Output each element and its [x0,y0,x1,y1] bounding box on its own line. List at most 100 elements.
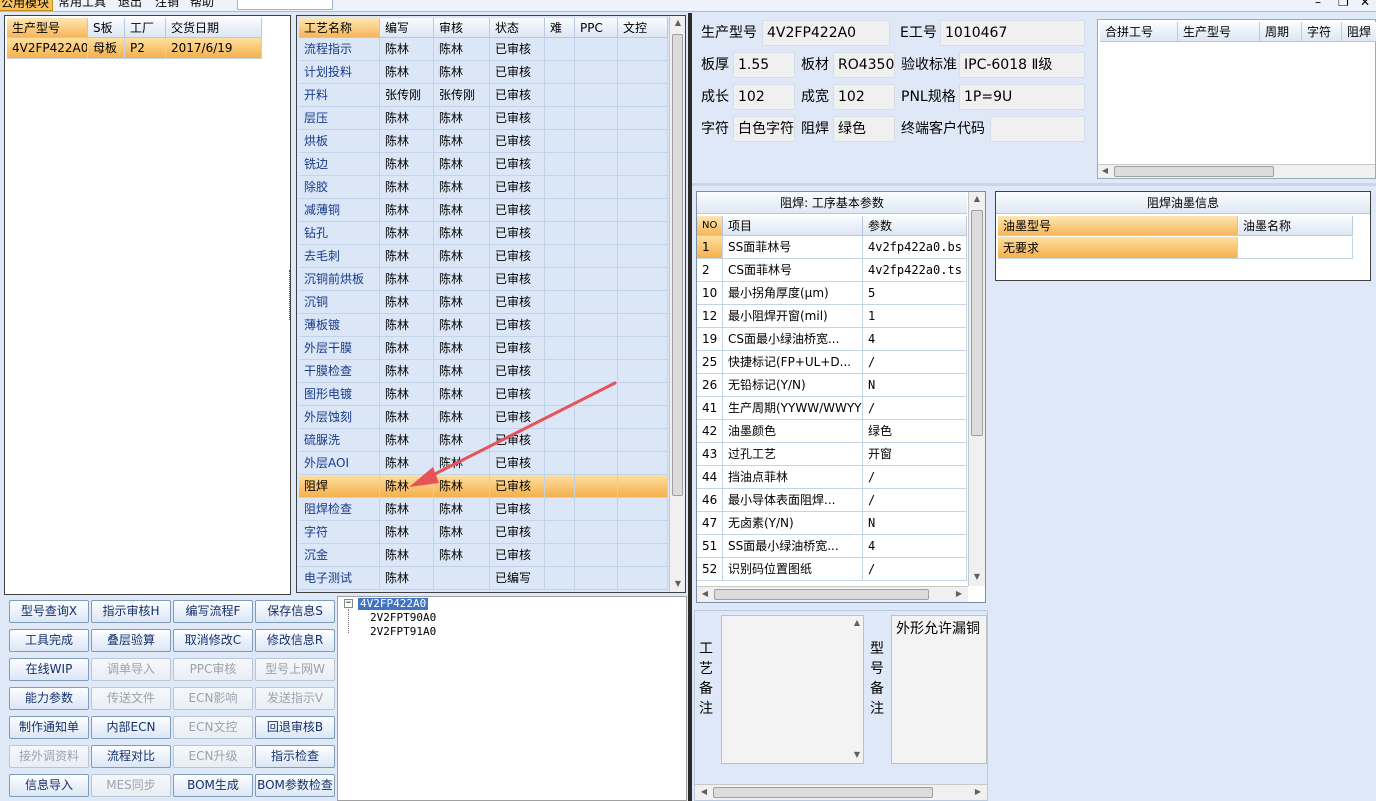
params-cell[interactable]: 挡油点菲林 [723,466,863,489]
process-cell[interactable]: 已审核 [490,153,545,176]
params-cell[interactable]: 开窗 [863,443,967,466]
process-cell[interactable] [575,61,618,84]
menu-logout[interactable]: 注销 [155,0,179,9]
params-cell[interactable]: 44 [697,466,723,489]
scroll-thumb[interactable] [672,34,683,496]
process-cell[interactable] [575,199,618,222]
process-cell[interactable]: 已审核 [490,521,545,544]
process-cell[interactable]: 已审核 [490,544,545,567]
process-name-cell[interactable]: 阻焊 [299,475,380,498]
menu-help[interactable]: 帮助 [190,0,214,9]
params-cell[interactable]: 绿色 [863,420,967,443]
ink-row-model[interactable]: 无要求 [998,237,1238,259]
action-button[interactable]: 编写流程F [173,600,253,623]
scroll-up-arrow-icon[interactable]: ▲ [671,18,685,27]
process-cell[interactable] [545,291,575,314]
process-cell[interactable] [618,406,668,429]
process-cell[interactable]: 已审核 [490,130,545,153]
action-button[interactable]: 型号查询X [9,600,89,623]
process-cell[interactable] [618,153,668,176]
process-cell[interactable]: 陈林 [434,268,490,291]
process-cell[interactable] [575,291,618,314]
process-cell[interactable]: 已审核 [490,291,545,314]
process-cell[interactable] [618,544,668,567]
process-cell[interactable]: 陈林 [380,38,434,61]
params-cell[interactable]: 生产周期(YYWW/WWYY) [723,397,863,420]
process-cell[interactable]: 陈林 [380,245,434,268]
pnl-spec-field[interactable]: 1P=9U [959,84,1085,110]
process-header-col-5[interactable]: PPC [575,18,618,38]
params-cell[interactable]: / [863,558,967,581]
process-cell[interactable]: 陈林 [380,291,434,314]
model-row-factory[interactable]: P2 [125,38,166,59]
action-button[interactable]: 工具完成 [9,629,89,652]
process-name-cell[interactable]: 计划投料 [299,61,380,84]
process-cell[interactable] [545,498,575,521]
params-cell[interactable]: 2 [697,259,723,282]
process-cell[interactable] [575,153,618,176]
process-cell[interactable] [618,429,668,452]
process-cell[interactable]: 已审核 [490,84,545,107]
process-cell[interactable]: 已审核 [490,38,545,61]
process-name-cell[interactable]: 沉金 [299,544,380,567]
process-cell[interactable]: 陈林 [380,130,434,153]
action-button[interactable]: MES同步 [91,774,171,797]
menu-combo-box[interactable] [237,0,333,10]
char-field[interactable]: 白色字符 [733,116,795,142]
params-cell[interactable]: 无卤素(Y/N) [723,512,863,535]
menu-exit[interactable]: 退出 [118,0,142,9]
action-button[interactable]: 制作通知单 [9,716,89,739]
process-cell[interactable] [545,567,575,590]
process-cell[interactable]: 陈林 [380,544,434,567]
process-cell[interactable] [545,199,575,222]
process-cell[interactable]: 已审核 [490,337,545,360]
length-field[interactable]: 102 [733,84,795,110]
process-cell[interactable]: 陈林 [380,567,434,590]
process-cell[interactable] [545,222,575,245]
process-cell[interactable] [575,107,618,130]
params-cell[interactable]: / [863,466,967,489]
process-cell[interactable]: 陈林 [434,291,490,314]
process-cell[interactable]: 已审核 [490,176,545,199]
model-row-s-board[interactable]: 母板 [88,38,125,59]
process-cell[interactable]: 陈林 [380,199,434,222]
model-row-delivery-date[interactable]: 2017/6/19 [166,38,262,59]
model-row-model[interactable]: 4V2FP422A0 [7,38,88,59]
process-cell[interactable] [575,337,618,360]
params-cell[interactable]: 47 [697,512,723,535]
process-header-col-4[interactable]: 难 [545,18,575,38]
process-cell[interactable] [545,176,575,199]
scroll-left-arrow-icon[interactable]: ◀ [698,589,712,598]
process-cell[interactable] [575,130,618,153]
process-cell[interactable]: 已审核 [490,245,545,268]
action-button[interactable]: 型号上网W [255,658,335,681]
process-cell[interactable]: 陈林 [380,222,434,245]
process-cell[interactable] [575,498,618,521]
scroll-left-arrow-icon[interactable]: ◀ [697,787,711,796]
close-icon[interactable]: ✕ [1360,0,1370,8]
process-cell[interactable] [618,383,668,406]
params-cell[interactable]: 43 [697,443,723,466]
action-button[interactable]: 内部ECN [91,716,171,739]
params-cell[interactable]: 最小阻焊开窗(mil) [723,305,863,328]
process-cell[interactable]: 已审核 [490,314,545,337]
params-cell[interactable]: 19 [697,328,723,351]
process-name-cell[interactable]: 电子测试 [299,567,380,590]
params-cell[interactable]: / [863,397,967,420]
process-name-cell[interactable]: 外层AOI [299,452,380,475]
process-name-cell[interactable]: 图形电镀 [299,383,380,406]
params-cell[interactable]: 51 [697,535,723,558]
params-cell[interactable]: 1 [863,305,967,328]
action-button[interactable]: 叠层验算 [91,629,171,652]
process-cell[interactable] [618,498,668,521]
process-cell[interactable]: 陈林 [434,153,490,176]
process-cell[interactable] [545,314,575,337]
process-name-cell[interactable]: 铣边 [299,153,380,176]
process-cell[interactable]: 陈林 [434,61,490,84]
process-header-col-1[interactable]: 编写 [380,18,434,38]
combine-header-col-1[interactable]: 生产型号 [1178,22,1260,42]
params-cell[interactable]: 最小导体表面阻焊... [723,489,863,512]
process-cell[interactable]: 陈林 [434,130,490,153]
process-cell[interactable] [618,291,668,314]
process-cell[interactable] [618,268,668,291]
